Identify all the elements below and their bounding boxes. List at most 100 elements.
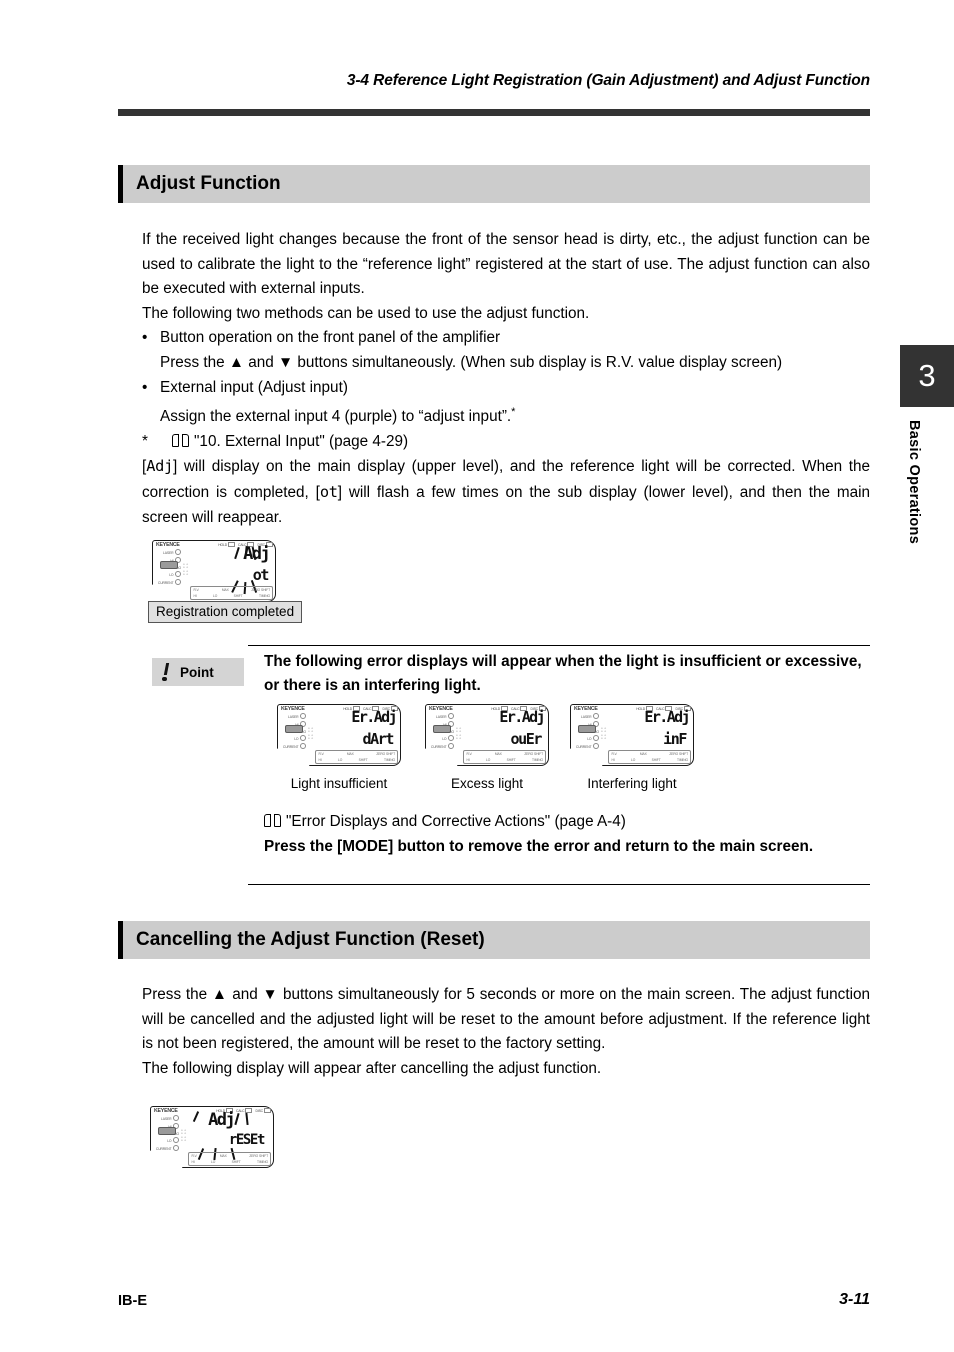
- go-indicator-bar: [578, 724, 596, 733]
- indicator-current: CURRENT: [575, 745, 592, 750]
- indicator-shift: SHIFT: [651, 757, 661, 762]
- indicator-laser: LASER: [436, 715, 447, 720]
- indicator-calc: CALC: [236, 1108, 252, 1113]
- go-indicator-bar: [433, 724, 451, 733]
- footnote-superscript: *: [511, 406, 516, 419]
- main-display-value: Er.Adj: [351, 708, 397, 726]
- paragraph-intro: If the received light changes because th…: [142, 231, 870, 298]
- exclamation-icon: [162, 663, 171, 682]
- footnote-row: * "10. External Input" (page 4-29): [142, 430, 870, 455]
- indicator-shift: SHIFT: [506, 757, 516, 762]
- paragraph-cancel-display: The following display will appear after …: [142, 1059, 602, 1077]
- indicator-hi-2: HI: [466, 757, 470, 762]
- go-indicator-bar: [160, 560, 178, 569]
- indicator-timing: TIMING: [259, 593, 270, 598]
- indicator-disc: DISC: [255, 1108, 271, 1113]
- bullet-item-button-operation: • Button operation on the front panel of…: [142, 326, 870, 351]
- indicator-lo-2: LO: [337, 757, 343, 762]
- sub-display-value: ot: [252, 566, 270, 584]
- main-display-value: Er.Adj: [644, 708, 690, 726]
- paragraph-display-behavior: [Adj] will display on the main display (…: [142, 454, 870, 530]
- segment-text-ot: ot: [319, 483, 338, 502]
- current-led: [172, 1144, 179, 1152]
- bank-dot-matrix: [601, 727, 607, 741]
- bottom-indicator-bar: R.V. MAX ZERO SHIFT HI LO SHIFT TIMING: [190, 586, 273, 600]
- chapter-label: Basic Operations: [906, 420, 922, 545]
- footer-manual-code: IB-E: [118, 1293, 147, 1309]
- footnote-marker: *: [142, 432, 148, 450]
- keyence-logo: KEYENCE: [281, 706, 305, 712]
- point-text: The following error displays will appear…: [264, 653, 862, 694]
- indicator-laser: LASER: [161, 1117, 172, 1122]
- indicator-hold: HOLD: [218, 542, 235, 547]
- point-block-bottom-rule: [248, 884, 870, 886]
- bullet-detail-external-input: Assign the external input 4 (purple) to …: [142, 400, 870, 430]
- indicator-lo-2: LO: [485, 757, 491, 762]
- bottom-indicator-bar: R.V. MAX ZERO SHIFT HI LO SHIFT TIMING: [188, 1152, 271, 1166]
- amplifier-display-excess-light: KEYENCE HOLD CALC DISC LASER HI GO LO CU…: [425, 704, 549, 766]
- bullet-marker: •: [142, 378, 148, 396]
- bullet-item-external-input: • External input (Adjust input): [142, 376, 870, 401]
- go-indicator-bar: [158, 1126, 176, 1135]
- indicator-timing: TIMING: [384, 757, 395, 762]
- indicator-shift: SHIFT: [358, 757, 368, 762]
- adjust-function-body: If the received light changes because th…: [142, 228, 870, 530]
- indicator-hi-2: HI: [191, 1159, 195, 1164]
- indicator-current: CURRENT: [157, 581, 174, 586]
- bullet-spacer: [142, 351, 160, 376]
- laser-led: [174, 549, 181, 556]
- section-heading-adjust-function: Adjust Function: [118, 165, 870, 203]
- main-display-value: Adj: [208, 1110, 236, 1130]
- keyence-logo: KEYENCE: [156, 542, 180, 548]
- indicator-lo: LO: [169, 573, 174, 578]
- lo-led: [592, 735, 599, 742]
- point-badge-label: Point: [180, 664, 214, 680]
- main-display-value: Er.Adj: [499, 708, 545, 726]
- laser-led: [299, 713, 306, 720]
- caption-light-insufficient: Light insufficient: [290, 776, 388, 791]
- sub-display-value: inF: [663, 730, 687, 748]
- main-display-value: Adj: [243, 544, 271, 564]
- indicator-laser: LASER: [288, 715, 299, 720]
- bank-dot-matrix: [181, 1129, 187, 1143]
- lo-led: [299, 735, 306, 742]
- sub-display-value: ouEr: [510, 730, 542, 748]
- indicator-hi-2: HI: [611, 757, 615, 762]
- indicator-laser: LASER: [581, 715, 592, 720]
- segment-text-adj: Adj: [146, 457, 173, 476]
- indicator-max: MAX: [346, 752, 354, 757]
- indicator-hi-2: HI: [318, 757, 322, 762]
- bullet-label: Button operation on the front panel of t…: [160, 329, 501, 347]
- lo-led: [174, 571, 181, 578]
- bullet-detail-text: Assign the external input 4 (purple) to …: [160, 408, 512, 426]
- indicator-timing: TIMING: [677, 757, 688, 762]
- chapter-number-tab: 3: [900, 345, 954, 407]
- indicator-max: MAX: [221, 588, 229, 593]
- section-heading-cancelling-adjust-function: Cancelling the Adjust Function (Reset): [118, 921, 870, 959]
- indicator-lo: LO: [587, 737, 592, 742]
- laser-led: [447, 713, 454, 720]
- bullet-detail-button-operation: Press the ▲ and ▼ buttons simultaneously…: [142, 351, 870, 376]
- amplifier-display-light-insufficient: KEYENCE HOLD CALC DISC LASER HI GO LO CU…: [277, 704, 401, 766]
- bank-dot-matrix: [456, 727, 462, 741]
- indicator-current: CURRENT: [282, 745, 299, 750]
- laser-led: [172, 1115, 179, 1122]
- bank-dot-matrix: [308, 727, 314, 741]
- keyence-logo: KEYENCE: [429, 706, 453, 712]
- indicator-lo-2: LO: [210, 1159, 216, 1164]
- lo-led: [172, 1137, 179, 1144]
- bullet-marker: •: [142, 329, 148, 347]
- caption-interfering-light: Interfering light: [587, 776, 677, 791]
- bottom-indicator-bar: R.V. MAX ZERO SHIFT HI LO SHIFT TIMING: [608, 750, 691, 764]
- current-led: [299, 742, 306, 750]
- bullet-detail-text: Press the ▲ and ▼ buttons simultaneously…: [160, 353, 783, 371]
- indicator-max: MAX: [494, 752, 502, 757]
- laser-led: [592, 713, 599, 720]
- keyence-logo: KEYENCE: [154, 1108, 178, 1114]
- footnote-reference-text: "10. External Input" (page 4-29): [194, 432, 409, 450]
- amplifier-display-interfering-light: KEYENCE HOLD CALC DISC LASER HI GO LO CU…: [570, 704, 694, 766]
- indicator-current: CURRENT: [430, 745, 447, 750]
- indicator-lo: LO: [167, 1139, 172, 1144]
- indicator-laser: LASER: [163, 551, 174, 556]
- indicator-max: MAX: [639, 752, 647, 757]
